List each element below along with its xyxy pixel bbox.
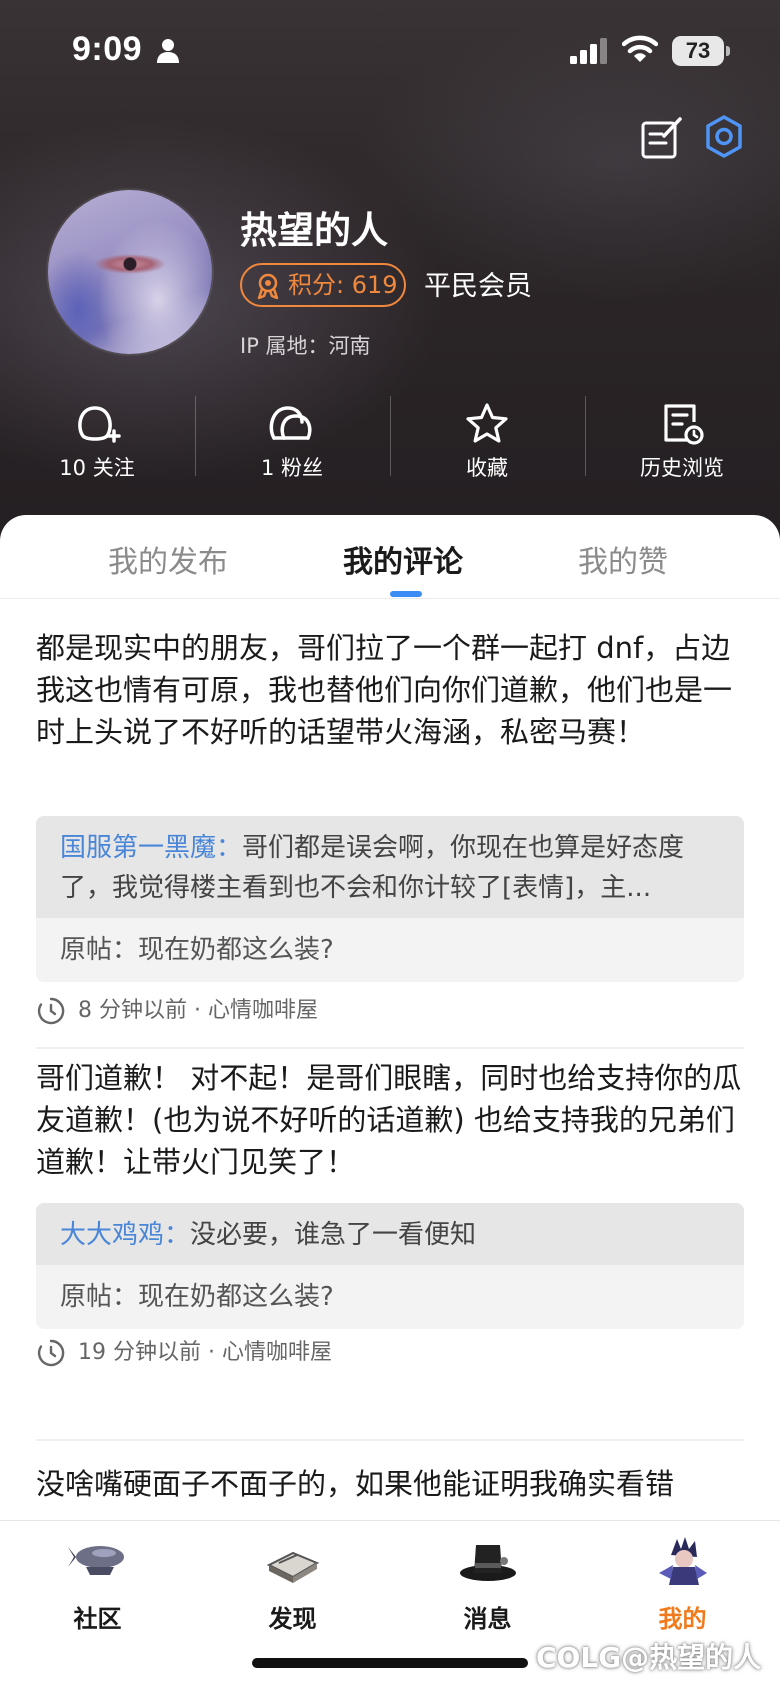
followers-stat[interactable]: 1 粉丝 [195,390,389,490]
points-label: 积分: 619 [288,271,398,299]
home-indicator [252,1658,528,1668]
divider [36,1439,744,1441]
star-icon [466,403,508,443]
clock-icon [37,997,65,1025]
history-label: 历史浏览 [640,456,724,480]
profile-header: 9:09 73 热望的人 积分: 619 平民会员 IP 属地：河南 10 关注… [0,0,780,560]
nav-messages[interactable]: 消息 [390,1521,585,1651]
divider [36,1047,744,1049]
reply-author[interactable]: 大大鸡鸡： [60,1220,190,1250]
comment-time: 8 分钟以前 · 心情咖啡屋 [78,998,318,1023]
comment-body: 哥们道歉！ 对不起！是哥们眼瞎，同时也给支持你的瓜友道歉！(也为说不好听的话道歉… [36,1061,742,1179]
comment-item[interactable]: 哥们道歉！ 对不起！是哥们眼瞎，同时也给支持你的瓜友道歉！(也为说不好听的话道歉… [36,1057,744,1397]
nav-discover[interactable]: 发现 [195,1521,390,1651]
content-sheet: 我的发布 我的评论 我的赞 都是现实中的朋友，哥们拉了一个群一起打 dnf，占边… [0,515,780,1688]
book-icon [266,1551,320,1583]
nav-community-label: 社区 [73,1605,122,1633]
nav-messages-label: 消息 [463,1605,512,1633]
comment-body: 没啥嘴硬面子不面子的，如果他能证明我确实看错 [36,1467,675,1501]
quoted-reply[interactable]: 国服第一黑魔：哥们都是误会啊，你现在也算是好态度了，我觉得楼主看到也不会和你计较… [36,816,744,982]
status-time: 9:09 [72,30,143,68]
comment-body: 都是现实中的朋友，哥们拉了一个群一起打 dnf，占边我这也情有可原，我也替他们向… [36,631,733,749]
signal-icon [570,38,607,64]
gear-icon[interactable] [702,114,746,160]
reply-text: 没必要，谁急了一看便知 [190,1220,477,1250]
airship-icon [68,1546,124,1575]
comment-time: 19 分钟以前 · 心情咖啡屋 [78,1340,332,1365]
wifi-icon [622,35,658,62]
nav-community[interactable]: 社区 [0,1521,195,1651]
points-badge[interactable]: 积分: 619 [240,263,406,307]
reply-author[interactable]: 国服第一黑魔： [60,833,242,863]
nav-discover-label: 发现 [268,1605,317,1633]
users-icon [269,406,312,440]
battery-level: 73 [685,38,711,63]
history-stat[interactable]: 历史浏览 [585,390,779,490]
reply-content: 大大鸡鸡：没必要，谁急了一看便知 [36,1203,744,1265]
tab-my-comments[interactable]: 我的评论 [343,537,463,581]
original-post-link[interactable]: 原帖：现在奶都这么装? [36,918,744,982]
followers-label: 1 粉丝 [260,456,324,480]
watermark: COLG@热望的人 [536,1641,762,1674]
tab-my-posts[interactable]: 我的发布 [108,537,228,581]
member-level: 平民会员 [424,271,532,302]
history-icon [664,404,704,445]
tab-indicator [390,591,422,597]
nav-mine[interactable]: 我的 [585,1521,780,1651]
reply-content: 国服第一黑魔：哥们都是误会啊，你现在也算是好态度了，我觉得楼主看到也不会和你计较… [36,816,744,918]
edit-profile-icon[interactable] [640,116,684,160]
comment-item[interactable]: 没啥嘴硬面子不面子的，如果他能证明我确实看错 [36,1463,744,1513]
nav-mine-label: 我的 [658,1605,707,1633]
status-bar: 9:09 73 [0,0,780,100]
username: 热望的人 [240,209,388,252]
medal-icon [257,273,279,299]
tab-bar: 我的发布 我的评论 我的赞 [0,515,780,599]
person-icon [157,39,179,63]
following-stat[interactable]: 10 关注 [0,390,194,490]
stats-row: 10 关注 1 粉丝 收藏 历史浏览 [0,390,780,490]
avatar[interactable] [48,190,212,354]
clock-icon [37,1339,65,1367]
character-icon [659,1537,707,1585]
quoted-reply[interactable]: 大大鸡鸡：没必要，谁急了一看便知 原帖：现在奶都这么装? [36,1203,744,1329]
top-hat-icon [460,1545,516,1581]
original-post-link[interactable]: 原帖：现在奶都这么装? [36,1265,744,1329]
tab-my-likes[interactable]: 我的赞 [578,537,668,581]
following-label: 10 关注 [59,456,135,480]
comment-item[interactable]: 都是现实中的朋友，哥们拉了一个群一起打 dnf，占边我这也情有可原，我也替他们向… [36,627,744,1025]
battery-indicator: 73 [672,36,730,66]
ip-location: IP 属地：河南 [240,334,371,358]
favorites-stat[interactable]: 收藏 [390,390,584,490]
favorites-label: 收藏 [466,456,508,480]
add-user-icon [78,406,121,443]
